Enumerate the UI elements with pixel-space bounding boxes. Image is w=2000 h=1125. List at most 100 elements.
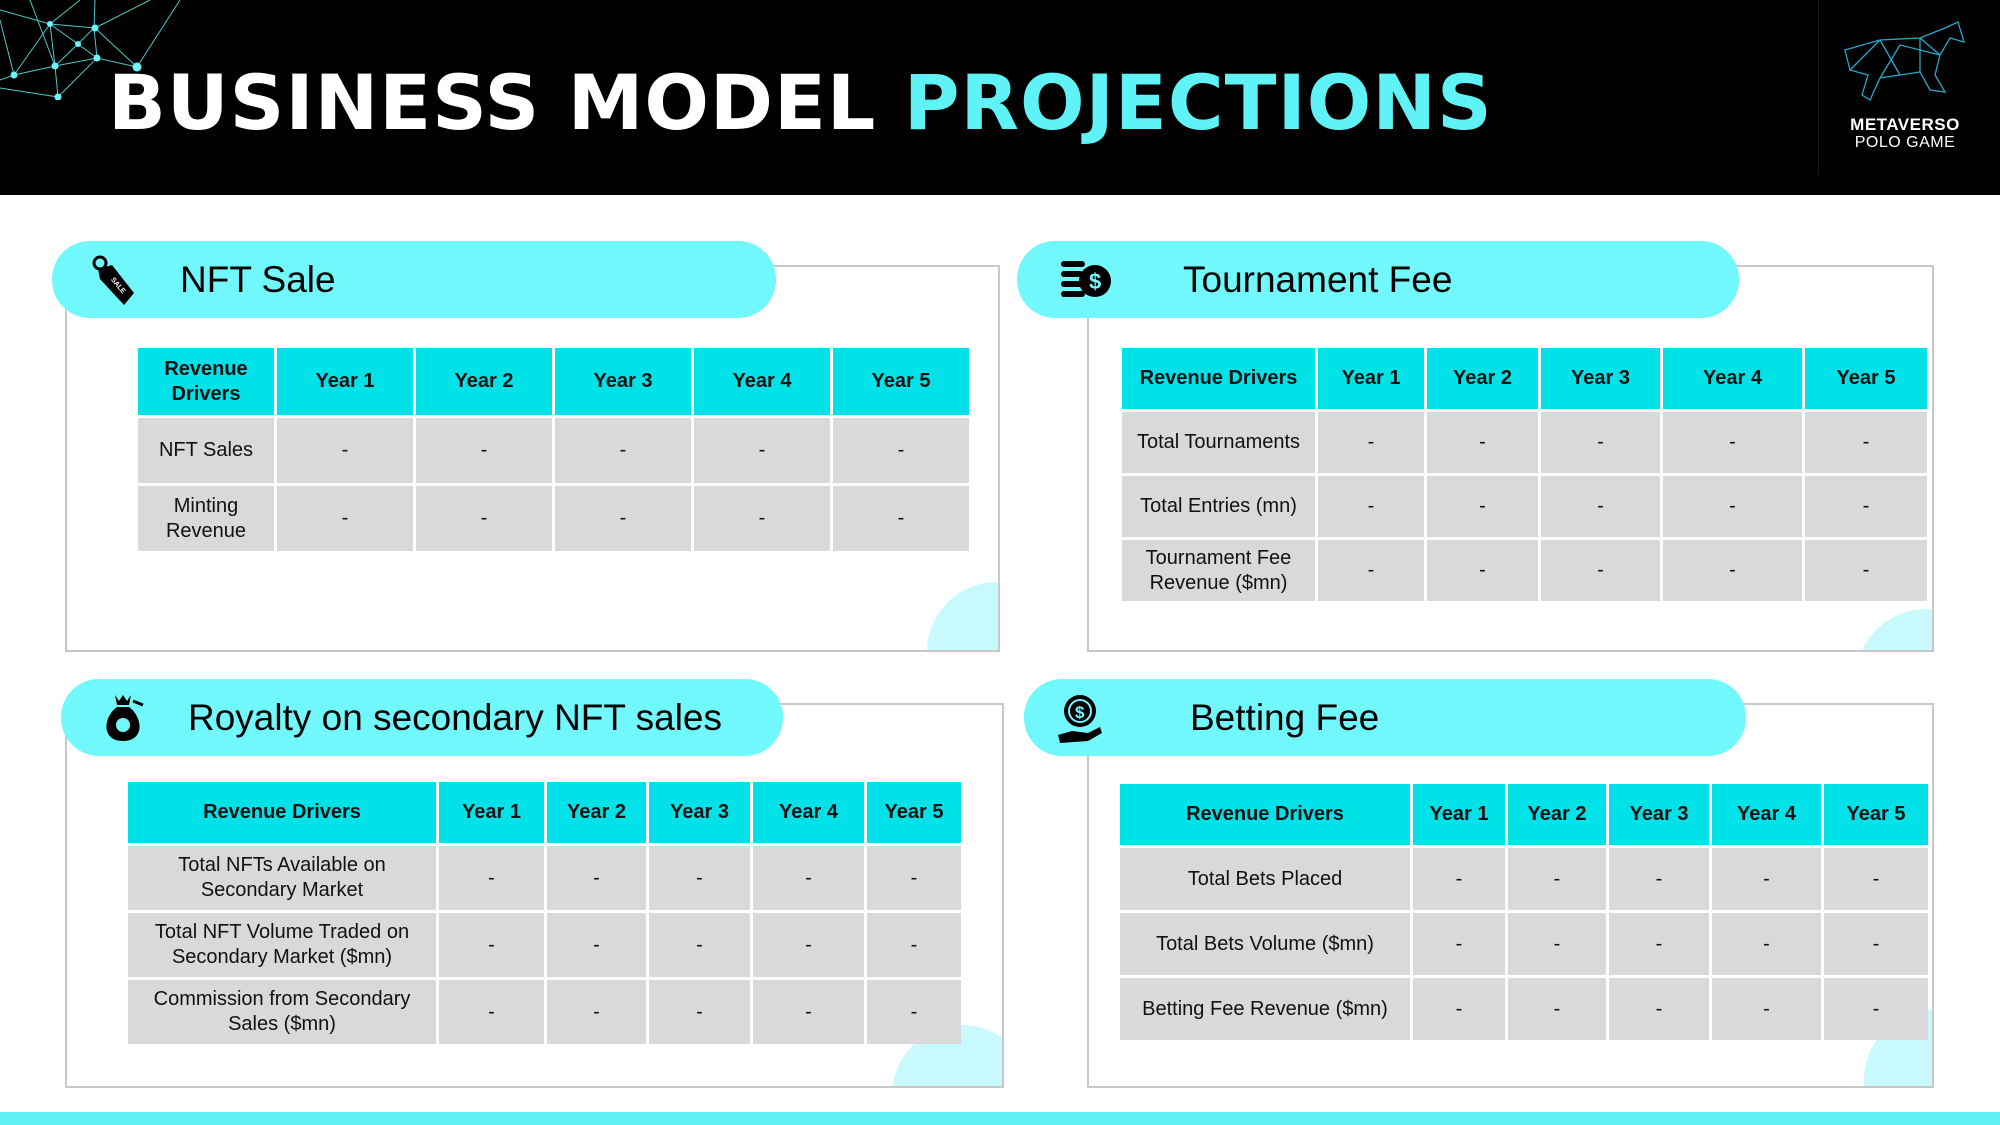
column-header: Year 3 xyxy=(1541,348,1660,409)
column-header: Revenue Drivers xyxy=(138,348,274,415)
horse-icon xyxy=(1844,21,1965,101)
column-header: Year 4 xyxy=(753,782,864,843)
cell-value: - xyxy=(753,846,864,910)
cell-value: - xyxy=(1318,476,1424,537)
hand-coin-icon: $ xyxy=(1058,695,1102,743)
column-header: Year 2 xyxy=(547,782,646,843)
column-header: Year 4 xyxy=(1712,784,1821,845)
revenue-driver-label: Commission from Secondary Sales ($mn) xyxy=(128,980,436,1044)
table-row: Total Tournaments - - - - - xyxy=(1122,412,1927,473)
cell-value: - xyxy=(1508,913,1606,975)
revenue-driver-label: Total NFT Volume Traded on Secondary Mar… xyxy=(128,913,436,977)
column-header: Year 5 xyxy=(867,782,961,843)
page-title: BUSINESS MODEL PROJECTIONS xyxy=(108,58,1493,147)
table-row: Total Entries (mn) - - - - - xyxy=(1122,476,1927,537)
panel-title: Tournament Fee xyxy=(1183,258,1453,300)
cell-value: - xyxy=(1663,476,1802,537)
column-header: Revenue Drivers xyxy=(128,782,436,843)
column-header: Year 4 xyxy=(1663,348,1802,409)
panel-title: Royalty on secondary NFT sales xyxy=(188,696,722,738)
cell-value: - xyxy=(1427,540,1538,601)
revenue-driver-label: Minting Revenue xyxy=(138,486,274,551)
column-header: Revenue Drivers xyxy=(1120,784,1410,845)
cell-value: - xyxy=(694,486,830,551)
panel-title: NFT Sale xyxy=(180,258,336,300)
cell-value: - xyxy=(1427,476,1538,537)
cell-value: - xyxy=(1508,978,1606,1040)
nft-sale-table: Revenue Drivers Year 1 Year 2 Year 3 Year 4Y… xyxy=(135,345,972,554)
metaverso-polo-logo: METAVERSO POLO GAME xyxy=(1830,20,1980,151)
cell-value: - xyxy=(1824,978,1928,1040)
decorative-circle xyxy=(927,582,998,650)
cell-value: - xyxy=(416,418,552,483)
svg-text:$: $ xyxy=(1075,703,1085,722)
column-header: Year 1 xyxy=(277,348,413,415)
cell-value: - xyxy=(1318,412,1424,473)
cell-value: - xyxy=(1413,913,1505,975)
cell-value: - xyxy=(439,980,544,1044)
table-header-row: Revenue Drivers Year 1 Year 2 Year 3 Year 4Y… xyxy=(1120,784,1928,845)
cell-value: - xyxy=(547,913,646,977)
cell-value: - xyxy=(1712,913,1821,975)
cell-value: - xyxy=(833,486,969,551)
cell-value: - xyxy=(867,980,961,1044)
royalty-header: Royalty on secondary NFT sales xyxy=(61,679,783,756)
cell-value: - xyxy=(1663,540,1802,601)
cell-value: - xyxy=(833,418,969,483)
column-header: Year 3 xyxy=(649,782,750,843)
table-header-row: Revenue Drivers Year 1 Year 2 Year 3 Year 4Y… xyxy=(138,348,969,415)
cell-value: - xyxy=(1824,848,1928,910)
bottom-accent-bar xyxy=(0,1112,2000,1125)
cell-value: - xyxy=(277,418,413,483)
cell-value: - xyxy=(694,418,830,483)
cell-value: - xyxy=(1609,978,1709,1040)
table-row: Total NFTs Available on Secondary Market… xyxy=(128,846,961,910)
nft-sale-header: SALE NFT Sale xyxy=(52,241,776,318)
cell-value: - xyxy=(649,913,750,977)
cell-value: - xyxy=(416,486,552,551)
revenue-driver-label: Total NFTs Available on Secondary Market xyxy=(128,846,436,910)
cell-value: - xyxy=(1508,848,1606,910)
column-header: Year 2 xyxy=(1508,784,1606,845)
column-header: Year 5 xyxy=(1824,784,1928,845)
cell-value: - xyxy=(1824,913,1928,975)
table-header-row: Revenue Drivers Year 1 Year 2 Year 3 Year 4Y… xyxy=(128,782,961,843)
logo-divider xyxy=(1818,0,1819,175)
cell-value: - xyxy=(1427,412,1538,473)
cell-value: - xyxy=(1609,848,1709,910)
tournament-fee-table: Revenue Drivers Year 1 Year 2 Year 3 Year 4Y… xyxy=(1119,345,1930,604)
cell-value: - xyxy=(1805,412,1927,473)
table-row: Minting Revenue - - - - - xyxy=(138,486,969,551)
cell-value: - xyxy=(1541,412,1660,473)
column-header: Year 1 xyxy=(439,782,544,843)
revenue-driver-label: Total Tournaments xyxy=(1122,412,1315,473)
revenue-driver-label: NFT Sales xyxy=(138,418,274,483)
logo-text-line1: METAVERSO xyxy=(1850,115,1960,134)
table-row: NFT Sales - - - - - xyxy=(138,418,969,483)
cell-value: - xyxy=(753,913,864,977)
cell-value: - xyxy=(1413,848,1505,910)
cell-value: - xyxy=(547,846,646,910)
cell-value: - xyxy=(1805,476,1927,537)
table-row: Betting Fee Revenue ($mn) - - - - - xyxy=(1120,978,1928,1040)
column-header: Year 5 xyxy=(833,348,969,415)
money-bag-crown-icon xyxy=(106,695,144,741)
table-row: Total Bets Volume ($mn) - - - - - xyxy=(1120,913,1928,975)
cell-value: - xyxy=(1663,412,1802,473)
cell-value: - xyxy=(1413,978,1505,1040)
cell-value: - xyxy=(1805,540,1927,601)
cell-value: - xyxy=(649,846,750,910)
coin-stack-dollar-icon: $ xyxy=(1061,261,1111,297)
svg-text:$: $ xyxy=(1089,269,1101,294)
cell-value: - xyxy=(1712,978,1821,1040)
table-row: Commission from Secondary Sales ($mn) - - -… xyxy=(128,980,961,1044)
cell-value: - xyxy=(547,980,646,1044)
cell-value: - xyxy=(1318,540,1424,601)
cell-value: - xyxy=(1712,848,1821,910)
column-header: Year 3 xyxy=(555,348,691,415)
column-header: Year 2 xyxy=(416,348,552,415)
revenue-driver-label: Total Entries (mn) xyxy=(1122,476,1315,537)
revenue-driver-label: Tournament Fee Revenue ($mn) xyxy=(1122,540,1315,601)
table-row: Tournament Fee Revenue ($mn) - - - - - xyxy=(1122,540,1927,601)
panel-title: Betting Fee xyxy=(1190,696,1380,738)
